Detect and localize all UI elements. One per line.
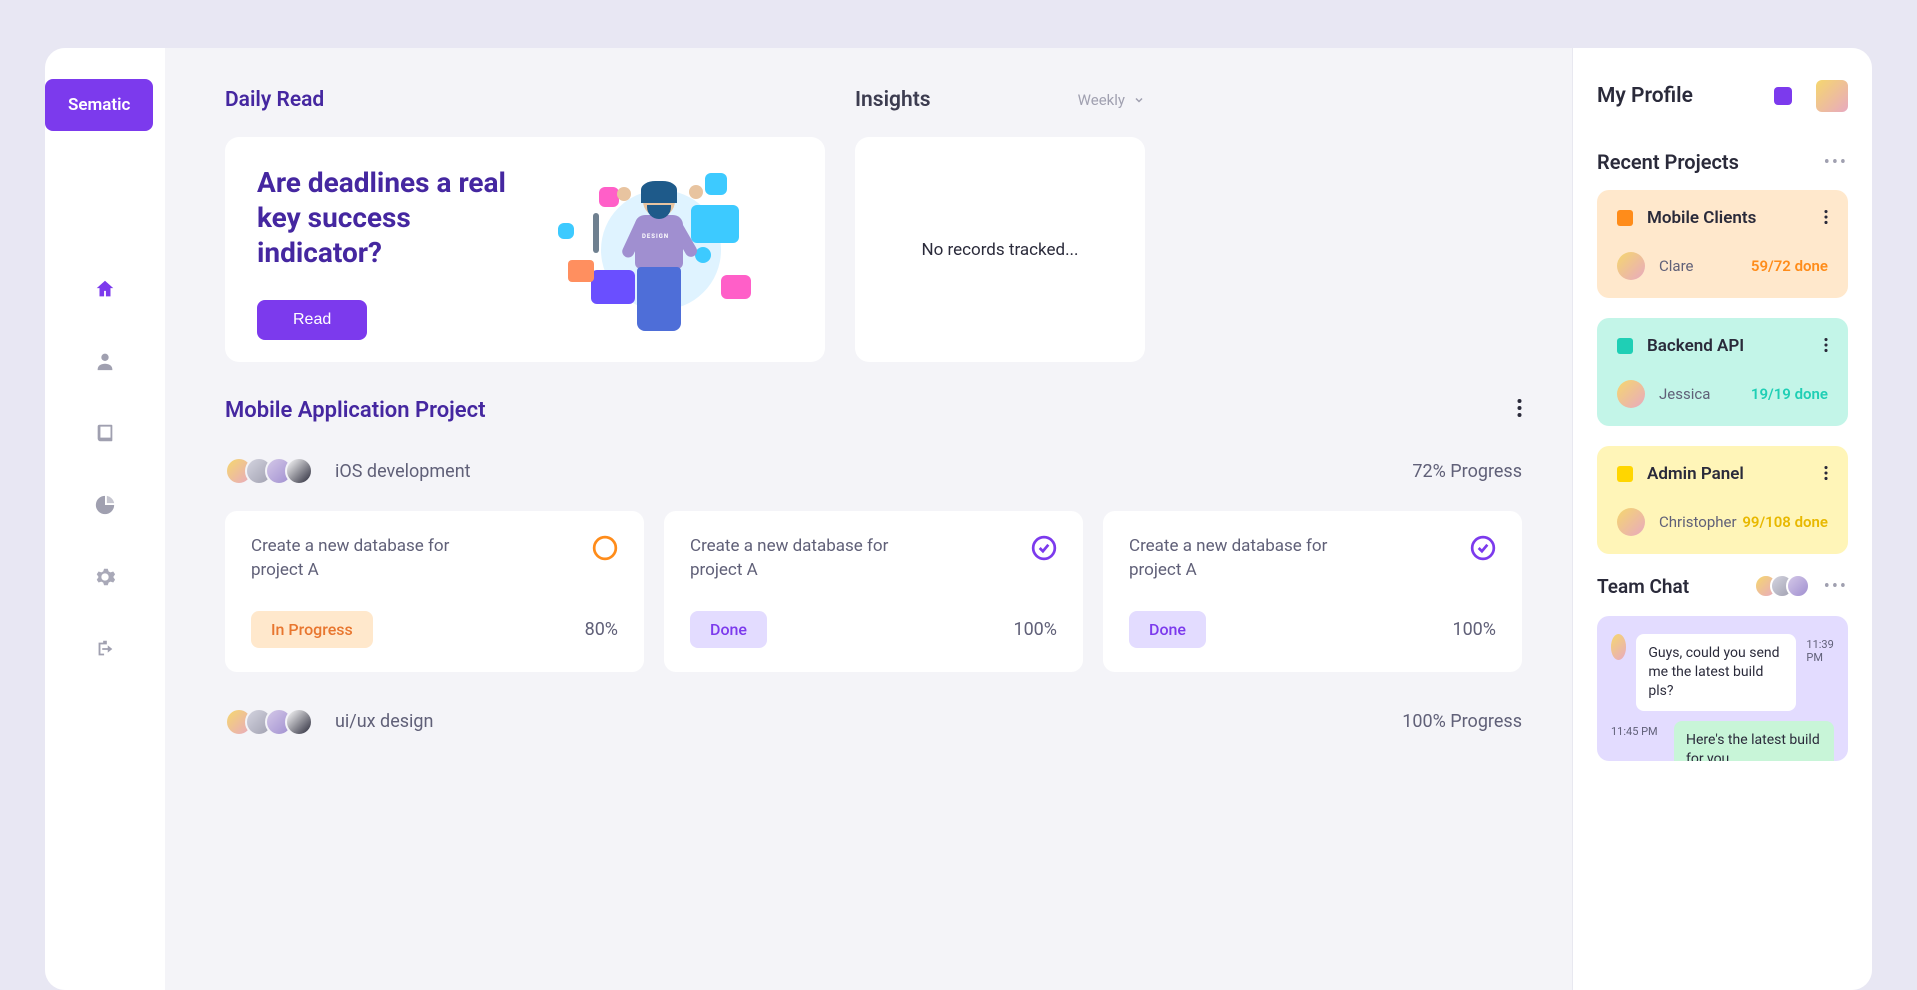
brand-logo: Sematic [45,79,153,131]
recent-more-button[interactable]: ••• [1824,152,1848,173]
book-icon [94,422,116,444]
avatar [285,708,313,736]
avatar [1611,634,1626,660]
task-card[interactable]: Create a new database for project A Done… [1103,511,1522,672]
recent-project-card[interactable]: Admin Panel Christopher 99/108 done [1597,446,1848,554]
project-card-menu[interactable] [1824,337,1828,356]
profile-avatar[interactable] [1816,80,1848,112]
daily-read-section: Daily Read Are deadlines a real key succ… [225,88,825,362]
nav-analytics[interactable] [93,493,117,517]
avatar [1786,574,1810,598]
nav-settings[interactable] [93,565,117,589]
nav-home[interactable] [93,277,117,301]
task-percent: 100% [1013,619,1057,640]
read-button[interactable]: Read [257,300,367,340]
more-vertical-icon [1824,210,1828,224]
task-status-badge: Done [1129,611,1206,648]
project-name: Admin Panel [1647,464,1744,484]
chat-more-button[interactable]: ••• [1824,576,1848,597]
task-card[interactable]: Create a new database for project A In P… [225,511,644,672]
task-status-badge: Done [690,611,767,648]
daily-read-title: Daily Read [225,88,825,112]
subsection-name: iOS development [335,461,471,482]
project-section: Mobile Application Project iOS developme… [225,398,1522,736]
gear-icon [94,566,116,588]
status-indicator [1774,87,1792,105]
task-card[interactable]: Create a new database for project A Done… [664,511,1083,672]
chat-timestamp: 11:39 PM [1806,634,1834,664]
team-avatars [225,457,313,485]
subsection-ios: iOS development 72% Progress [225,457,1522,485]
project-progress: 19/19 done [1751,385,1828,403]
avatar [1617,508,1645,536]
more-vertical-icon [1824,338,1828,352]
profile-title: My Profile [1597,84,1693,108]
team-chat-title: Team Chat [1597,575,1689,598]
nav-logout[interactable] [93,637,117,661]
check-circle-icon [1031,535,1057,561]
project-color-icon [1617,338,1633,354]
recent-project-card[interactable]: Mobile Clients Clare 59/72 done [1597,190,1848,298]
project-title: Mobile Application Project [225,398,486,423]
project-name: Mobile Clients [1647,208,1756,228]
project-progress: 59/72 done [1751,257,1828,275]
project-owner: Clare [1659,257,1693,275]
task-percent: 80% [585,619,618,640]
more-vertical-icon [1517,399,1522,417]
task-percent: 100% [1452,619,1496,640]
avatar [285,457,313,485]
main-content: Daily Read Are deadlines a real key succ… [165,48,1572,990]
chat-participants [1754,574,1810,598]
circle-icon [592,535,618,561]
chat-message: Guys, could you send me the latest build… [1611,634,1834,711]
article-card: Are deadlines a real key success indicat… [225,137,825,362]
project-owner: Christopher [1659,513,1737,531]
subsection-uiux: ui/ux design 100% Progress [225,708,1522,736]
insights-card: No records tracked... [855,137,1145,362]
project-progress: 99/108 done [1742,513,1828,531]
task-desc: Create a new database for project A [251,535,451,583]
project-name: Backend API [1647,336,1744,356]
avatar [1617,252,1645,280]
task-desc: Create a new database for project A [1129,535,1329,583]
recent-projects-title: Recent Projects [1597,150,1739,174]
insights-period-dropdown[interactable]: Weekly [1078,91,1145,109]
nav-profile[interactable] [93,349,117,373]
project-color-icon [1617,466,1633,482]
subsection-progress: 100% Progress [1402,711,1522,732]
article-illustration: DESIGN [543,165,793,340]
project-color-icon [1617,210,1633,226]
chevron-down-icon [1133,94,1145,106]
subsection-progress: 72% Progress [1412,461,1522,482]
project-card-menu[interactable] [1824,209,1828,228]
project-more-button[interactable] [1517,399,1522,422]
subsection-name: ui/ux design [335,711,433,732]
insights-section: Insights Weekly No records tracked... [855,88,1145,362]
insights-empty-text: No records tracked... [921,240,1078,260]
more-vertical-icon [1824,466,1828,480]
insights-title: Insights [855,88,931,112]
task-desc: Create a new database for project A [690,535,890,583]
check-circle-icon [1470,535,1496,561]
chat-message: 11:45 PM Here's the latest build for you… [1611,721,1834,761]
chat-timestamp: 11:45 PM [1611,721,1658,738]
avatar [1617,380,1645,408]
task-status-badge: In Progress [251,611,373,648]
recent-project-card[interactable]: Backend API Jessica 19/19 done [1597,318,1848,426]
project-owner: Jessica [1659,385,1710,403]
chat-bubble: Here's the latest build for you. [1674,721,1834,761]
sidebar: Sematic [45,48,165,990]
chat-panel: Guys, could you send me the latest build… [1597,616,1848,761]
nav-docs[interactable] [93,421,117,445]
insights-period-label: Weekly [1078,91,1125,109]
article-title: Are deadlines a real key success indicat… [257,165,523,270]
logout-icon [94,638,116,660]
chat-bubble: Guys, could you send me the latest build… [1636,634,1796,711]
pie-chart-icon [94,494,116,516]
user-icon [94,350,116,372]
home-icon [94,278,116,300]
project-card-menu[interactable] [1824,465,1828,484]
team-avatars [225,708,313,736]
profile-panel: My Profile Recent Projects ••• Mobile Cl… [1572,48,1872,990]
